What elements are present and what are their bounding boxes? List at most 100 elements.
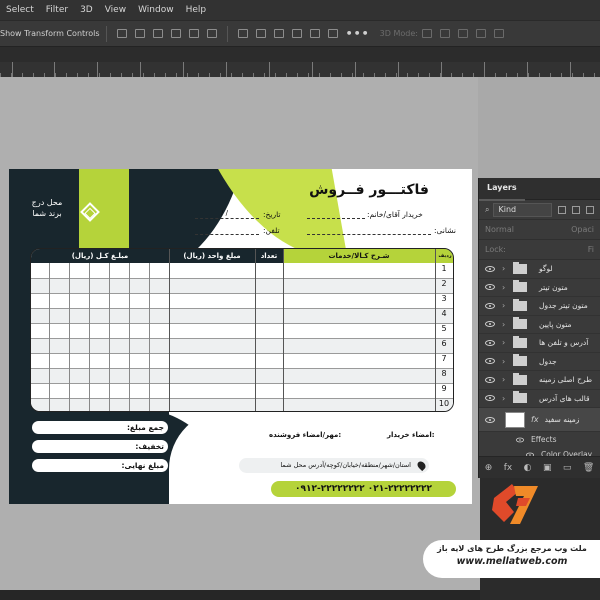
align-top-icon[interactable]	[170, 29, 181, 38]
watermark-url[interactable]: www.mellatweb.com	[423, 556, 600, 567]
distribute-bottom-icon[interactable]	[273, 29, 284, 38]
new-group-icon[interactable]: ▣	[543, 463, 552, 473]
slide-3d-icon[interactable]	[475, 29, 486, 38]
address-field-line	[307, 234, 431, 235]
table-subcolumn-divider	[129, 263, 130, 411]
table-row-stripe	[31, 398, 453, 411]
menu-3d[interactable]: 3D	[74, 0, 99, 20]
lock-label: Lock:	[485, 245, 506, 254]
distribute-center-icon[interactable]	[309, 29, 320, 38]
link-layers-icon[interactable]: ⊕	[485, 463, 493, 473]
distribute-top-icon[interactable]	[237, 29, 248, 38]
align-left-icon[interactable]	[116, 29, 127, 38]
layer-group-table-titles[interactable]: › متون تیتر جدول	[479, 297, 600, 316]
search-icon: ⌕	[485, 204, 490, 214]
tab-layers[interactable]: Layers	[479, 177, 525, 201]
distribute-right-icon[interactable]	[327, 29, 338, 38]
menu-filter[interactable]: Filter	[40, 0, 74, 20]
add-style-icon[interactable]: fx	[504, 463, 513, 473]
table-row-divider	[31, 323, 453, 324]
blend-mode-select[interactable]: Normal	[485, 225, 514, 234]
chevron-right-icon[interactable]: ›	[502, 357, 510, 366]
chevron-right-icon[interactable]: ›	[502, 394, 510, 403]
add-mask-icon[interactable]: ◐	[524, 463, 532, 473]
layer-name: متون تیتر	[539, 282, 568, 292]
panel-dock-background	[478, 77, 600, 178]
chevron-right-icon[interactable]: ›	[502, 264, 510, 273]
folder-icon	[513, 261, 527, 274]
menu-help[interactable]: Help	[180, 0, 213, 20]
row-number: 3	[441, 294, 447, 303]
brand-logo-placeholder: محل درج برند شما	[23, 193, 103, 227]
date-label: تاریخ:	[263, 210, 281, 219]
mellatweb-logo-icon	[492, 484, 538, 524]
pan-3d-icon[interactable]	[457, 29, 468, 38]
visibility-eye-icon[interactable]	[485, 302, 495, 309]
phone-field-line	[195, 234, 259, 235]
diamond-logo-icon	[80, 202, 100, 222]
visibility-eye-icon[interactable]	[516, 437, 524, 442]
ruler-major-tick	[355, 62, 356, 77]
visibility-eye-icon[interactable]	[485, 284, 495, 291]
table-row-stripe	[31, 338, 453, 353]
filter-pixel-icon[interactable]	[558, 205, 567, 214]
visibility-eye-icon[interactable]	[485, 395, 495, 402]
layer-group-address-templates[interactable]: › قالب های آدرس	[479, 390, 600, 408]
address-text: استان/شهر/منطقه/خیابان/کوچه/آدرس محل شما	[280, 461, 411, 469]
chevron-right-icon[interactable]: ›	[502, 375, 510, 384]
align-middle-icon[interactable]	[188, 29, 199, 38]
table-row-divider	[31, 293, 453, 294]
layer-effects-row[interactable]: Effects	[479, 432, 600, 447]
layer-group-title-texts[interactable]: › متون تیتر	[479, 279, 600, 297]
visibility-eye-icon[interactable]	[485, 416, 495, 423]
align-center-icon[interactable]	[134, 29, 145, 38]
layer-group-address-phones[interactable]: › آدرس و تلفن ها	[479, 334, 600, 353]
chevron-right-icon[interactable]: ›	[502, 301, 510, 310]
filter-type-icon[interactable]	[586, 205, 594, 214]
menu-bar: Select Filter 3D View Window Help	[0, 0, 600, 20]
layer-group-logo[interactable]: › لوگو	[479, 260, 600, 279]
show-transform-controls[interactable]: Show Transform Controls	[0, 29, 100, 38]
menu-select[interactable]: Select	[0, 0, 40, 20]
layers-panel-header: Layers	[479, 177, 600, 201]
chevron-right-icon[interactable]: ›	[502, 320, 510, 329]
folder-icon	[513, 298, 527, 311]
roll-3d-icon[interactable]	[439, 29, 450, 38]
visibility-eye-icon[interactable]	[485, 265, 495, 272]
layer-name: طرح اصلی زمینه	[539, 375, 593, 385]
chevron-right-icon[interactable]: ›	[502, 283, 510, 292]
final-amount-field: مبلغ نهایی:	[32, 459, 168, 472]
new-layer-icon[interactable]: ▭	[563, 463, 572, 473]
fx-icon[interactable]: fx	[531, 415, 539, 424]
ruler-major-tick	[12, 62, 13, 77]
delete-layer-icon[interactable]: 🗑	[583, 463, 594, 473]
menu-window[interactable]: Window	[132, 0, 180, 20]
distribute-middle-icon[interactable]	[255, 29, 266, 38]
align-right-icon[interactable]	[152, 29, 163, 38]
location-pin-icon	[415, 459, 428, 472]
layer-group-bottom-texts[interactable]: › متون پایین	[479, 316, 600, 334]
layer-group-table[interactable]: › جدول	[479, 353, 600, 371]
chevron-right-icon[interactable]: ›	[502, 338, 510, 347]
column-header-qty: تعداد	[260, 252, 278, 260]
table-column-divider	[255, 249, 256, 411]
horizontal-ruler[interactable]	[0, 62, 600, 77]
orbit-3d-icon[interactable]	[421, 29, 432, 38]
distribute-left-icon[interactable]	[291, 29, 302, 38]
layer-group-main-background[interactable]: › طرح اصلی زمینه	[479, 371, 600, 390]
visibility-eye-icon[interactable]	[485, 358, 495, 365]
visibility-eye-icon[interactable]	[485, 321, 495, 328]
filter-adjustment-icon[interactable]	[572, 205, 581, 214]
filter-kind-select[interactable]: Kind	[493, 202, 553, 217]
scale-3d-icon[interactable]	[493, 29, 504, 38]
more-options-button[interactable]: •••	[346, 27, 370, 40]
visibility-eye-icon[interactable]	[485, 339, 495, 346]
row-number: 9	[441, 384, 447, 393]
menu-view[interactable]: View	[99, 0, 132, 20]
align-bottom-icon[interactable]	[206, 29, 217, 38]
visibility-eye-icon[interactable]	[485, 376, 495, 383]
address-bar: استان/شهر/منطقه/خیابان/کوچه/آدرس محل شما	[239, 458, 429, 473]
invoice-document[interactable]: محل درج برند شما فاکتـــور فــروش خریدار…	[9, 169, 472, 504]
layer-white-background[interactable]: fx زمینه سفید	[479, 408, 600, 432]
table-row-divider	[31, 278, 453, 279]
